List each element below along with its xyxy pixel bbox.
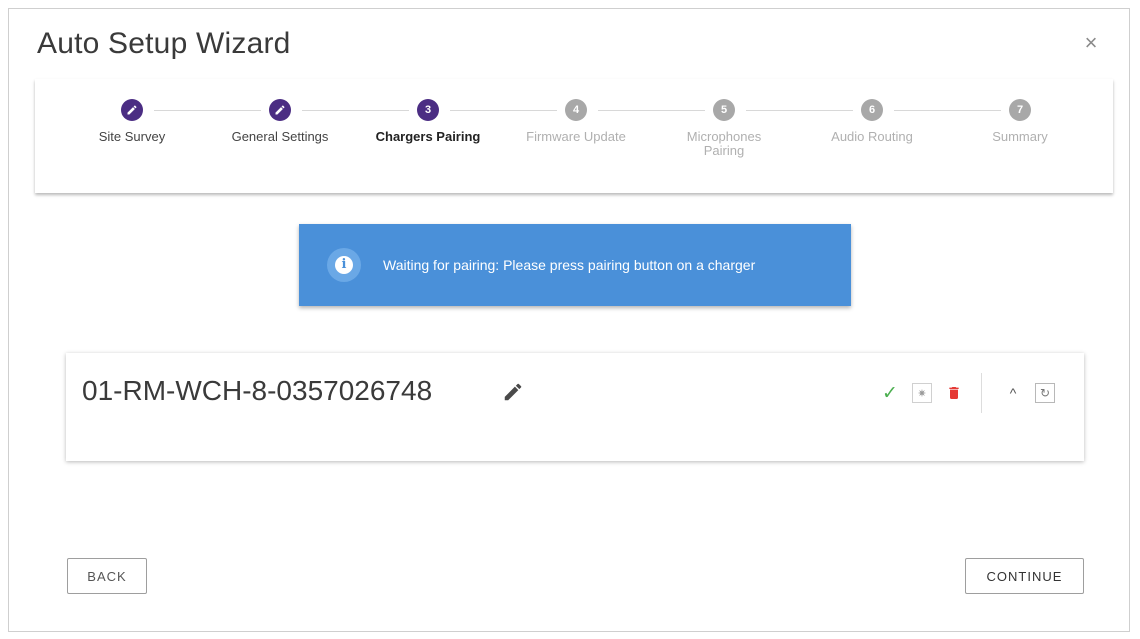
status-check-icon: ✓ (877, 380, 903, 406)
back-button[interactable]: BACK (67, 558, 147, 594)
charger-device-card: 01-RM-WCH-8-0357026748 ✓ ✷ ^ ↻ (66, 353, 1084, 461)
led-icon: ✷ (912, 383, 932, 403)
step-label: Summary (992, 129, 1048, 144)
refresh-icon: ↻ (1035, 383, 1055, 403)
check-icon: ✓ (882, 382, 898, 404)
step-label: Chargers Pairing (375, 129, 481, 144)
pencil-icon (127, 105, 137, 115)
step-microphones-pairing: 5 Microphones Pairing (654, 99, 794, 158)
info-icon: i (327, 248, 361, 282)
step-firmware-update: 4 Firmware Update (506, 99, 646, 144)
step-site-survey[interactable]: Site Survey (62, 99, 202, 144)
dialog-title: Auto Setup Wizard (37, 27, 291, 60)
step-4-marker: 4 (565, 99, 587, 121)
continue-button[interactable]: CONTINUE (965, 558, 1084, 594)
step-audio-routing: 6 Audio Routing (802, 99, 942, 144)
device-actions: ✓ ✷ ^ ↻ (871, 373, 1058, 413)
banner-message: Waiting for pairing: Please press pairin… (383, 257, 756, 273)
delete-button[interactable] (941, 380, 967, 406)
step-label: Microphones Pairing (686, 129, 762, 158)
pencil-icon[interactable] (502, 381, 524, 403)
trash-icon (949, 387, 959, 399)
step-summary: 7 Summary (950, 99, 1090, 144)
step-3-marker: 3 (417, 99, 439, 121)
step-6-marker: 6 (861, 99, 883, 121)
step-5-marker: 5 (713, 99, 735, 121)
step-7-marker: 7 (1009, 99, 1031, 121)
chevron-up-icon: ^ (1009, 385, 1017, 401)
actions-divider (981, 373, 982, 413)
step-label: Firmware Update (526, 129, 626, 144)
step-label: Audio Routing (831, 129, 913, 144)
step-label: Site Survey (98, 129, 166, 144)
step-label: General Settings (231, 129, 329, 144)
identify-led-button[interactable]: ✷ (909, 380, 935, 406)
refresh-button[interactable]: ↻ (1032, 380, 1058, 406)
pencil-icon (275, 105, 285, 115)
step-chargers-pairing[interactable]: 3 Chargers Pairing (358, 99, 498, 144)
step-general-settings[interactable]: General Settings (210, 99, 350, 144)
wizard-stepper: Site Survey General Settings 3 Chargers … (35, 79, 1113, 193)
pairing-info-banner: i Waiting for pairing: Please press pair… (299, 224, 851, 306)
collapse-button[interactable]: ^ (1000, 380, 1026, 406)
step-2-marker (269, 99, 291, 121)
step-1-marker (121, 99, 143, 121)
auto-setup-wizard-dialog: Auto Setup Wizard × Site Survey General … (8, 8, 1130, 632)
close-icon[interactable]: × (1079, 31, 1103, 55)
device-name: 01-RM-WCH-8-0357026748 (82, 375, 433, 406)
